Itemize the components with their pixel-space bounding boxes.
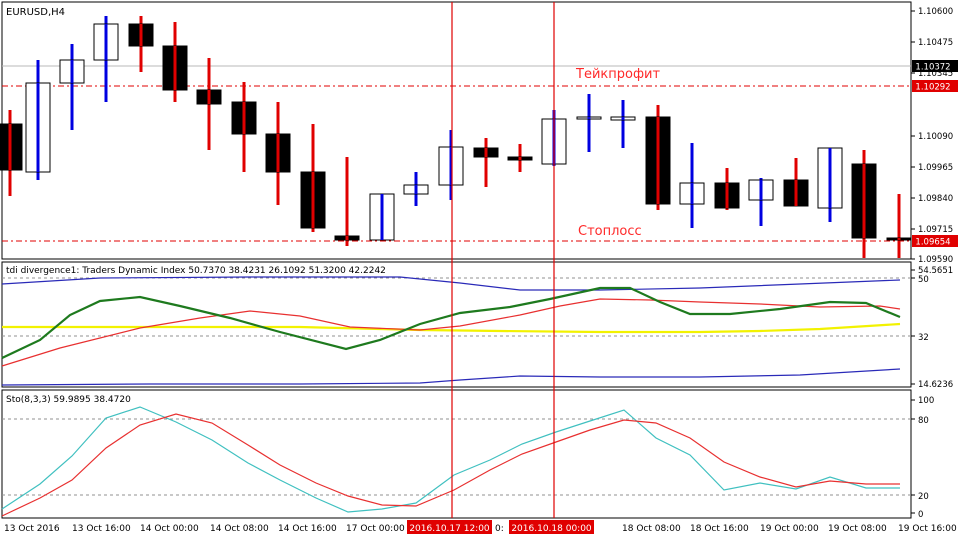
price-axis-label: 1.09590 [918, 255, 953, 265]
price-axis-label: 1.09965 [918, 163, 953, 173]
sto-label: Sto(8,3,3) 59.9895 38.4720 [6, 395, 131, 405]
price-axis-label: 1.09840 [918, 194, 953, 204]
tdi-axis-label: 32 [918, 333, 929, 343]
price-axis-label: 1.10475 [918, 38, 953, 48]
candle [369, 193, 395, 241]
time-axis-label: 14 Oct 08:00 [210, 524, 269, 534]
trading-chart[interactable]: EURUSD,H4 Тейкпрофит Стоплосс 1.10600 1.1… [0, 0, 960, 540]
tdi-axis-label: 50 [918, 275, 929, 285]
time-axis-label: 19 Oct 08:00 [828, 524, 887, 534]
sto-axis-label: 80 [918, 416, 929, 426]
tdi-pane-frame [1, 261, 912, 388]
stop-loss-value: 1.09654 [915, 238, 950, 248]
time-axis-label: 14 Oct 00:00 [140, 524, 199, 534]
tdi-label: tdi divergence1: Traders Dynamic Index 5… [6, 266, 386, 276]
time-axis-label: 13 Oct 16:00 [72, 524, 131, 534]
take-profit-label: Тейкпрофит [575, 67, 661, 82]
sto-axis: 100 80 20 0 [911, 396, 934, 520]
time-axis-label: 13 Oct 2016 [4, 524, 60, 534]
price-axis-label: 1.10090 [918, 132, 953, 142]
marker-2-time: 2016.10.18 00:00 [511, 524, 592, 534]
time-axis-label: 18 Oct 16:00 [690, 524, 749, 534]
sto-axis-label: 20 [918, 492, 929, 502]
time-axis-label: 14 Oct 16:00 [278, 524, 337, 534]
time-axis-label: 18 Oct 08:00 [622, 524, 681, 534]
time-axis-label: 17 Oct 00:00 [346, 524, 405, 534]
stochastic-pane[interactable]: Sto(8,3,3) 59.9895 38.4720 [1, 389, 912, 519]
take-profit-value: 1.10292 [915, 83, 950, 93]
tdi-axis-label: 14.6236 [918, 380, 953, 390]
current-price-value: 1.10372 [915, 63, 950, 73]
tdi-pane[interactable]: tdi divergence1: Traders Dynamic Index 5… [1, 261, 912, 388]
partial-time-label: 0: [495, 524, 504, 534]
price-axis-label: 1.09715 [918, 225, 953, 235]
candle [645, 105, 671, 210]
sto-pane-frame [1, 389, 912, 519]
time-axis-label: 19 Oct 16:00 [898, 524, 957, 534]
stop-loss-label: Стоплосс [578, 224, 642, 239]
tdi-axis: 54.5651 50 32 14.6236 [911, 266, 953, 390]
price-axis-label: 1.10600 [918, 7, 953, 17]
marker-1-time: 2016.10.17 12:00 [409, 524, 490, 534]
sto-axis-label: 100 [918, 396, 934, 406]
time-axis: 2016.10.17 12:00 0: 2016.10.18 00:00 13 … [4, 520, 957, 534]
sto-axis-label: 0 [918, 510, 923, 520]
time-axis-label: 19 Oct 00:00 [760, 524, 819, 534]
price-pane[interactable]: EURUSD,H4 Тейкпрофит Стоплосс [0, 1, 912, 260]
price-axis: 1.106001.104751.103451.100901.099651.098… [911, 7, 958, 265]
symbol-label: EURUSD,H4 [6, 7, 65, 18]
